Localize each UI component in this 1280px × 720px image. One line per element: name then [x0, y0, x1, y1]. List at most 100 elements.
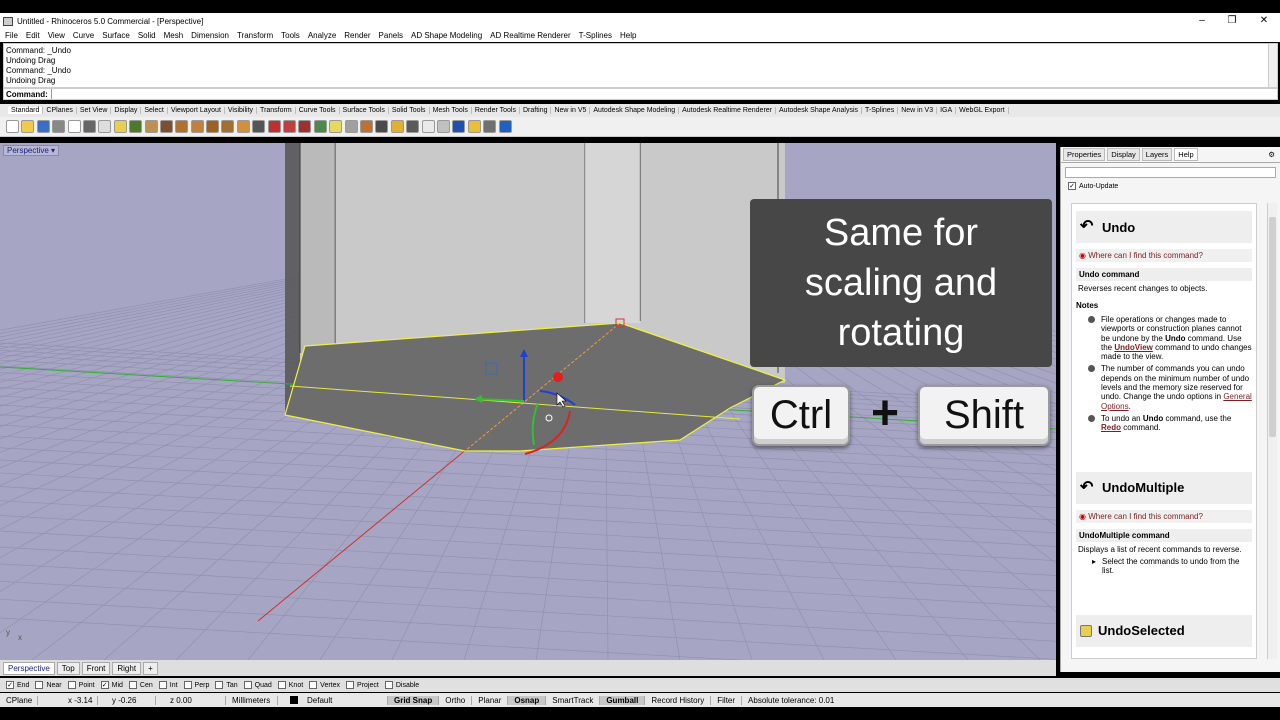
select-icon[interactable] — [359, 120, 373, 133]
viewport-title[interactable]: Perspective ▾ — [3, 145, 60, 156]
smarttrack-toggle[interactable]: SmartTrack — [546, 695, 601, 705]
osnap-toggle[interactable]: Osnap — [508, 695, 547, 705]
undoview-link[interactable]: UndoView — [1114, 343, 1153, 352]
pan-icon[interactable] — [144, 120, 158, 133]
osnap-mid[interactable]: ✓ Mid — [100, 681, 123, 689]
cut-icon[interactable] — [82, 120, 96, 133]
light-icon[interactable] — [329, 120, 343, 133]
ortho-toggle[interactable]: Ortho — [439, 695, 473, 705]
osnap-disable[interactable]: Disable — [384, 681, 419, 689]
viewport-tab-top[interactable]: Top — [56, 661, 80, 675]
color-icon[interactable] — [390, 120, 404, 133]
panel-gear-icon[interactable]: ⚙ — [1265, 149, 1278, 160]
zoom-icon[interactable] — [175, 120, 189, 133]
toolbar-tab-t-splines[interactable]: T-Splines — [862, 107, 899, 114]
properties-icon[interactable] — [375, 120, 389, 133]
minimize-icon[interactable]: – — [1188, 13, 1216, 29]
render-icon[interactable] — [406, 120, 420, 133]
lock-icon[interactable] — [344, 120, 358, 133]
menu-help[interactable]: Help — [620, 31, 636, 40]
where-link-undo[interactable]: ◉ Where can I find this command? — [1076, 249, 1252, 262]
osnap-end[interactable]: ✓ End — [6, 681, 29, 689]
menu-solid[interactable]: Solid — [138, 31, 156, 40]
move-icon[interactable] — [159, 120, 173, 133]
four-views-icon[interactable] — [252, 120, 266, 133]
toolbar-tab-autodesk-shape-modeling[interactable]: Autodesk Shape Modeling — [590, 107, 680, 114]
toolbar-tab-new-in-v3[interactable]: New in V3 — [898, 107, 938, 114]
toolbar-tab-render-tools[interactable]: Render Tools — [472, 107, 520, 114]
toolbar-tab-drafting[interactable]: Drafting — [520, 107, 552, 114]
toolbar-tab-transform[interactable]: Transform — [257, 107, 296, 114]
menu-transform[interactable]: Transform — [237, 31, 273, 40]
auto-update-checkbox[interactable]: ✓ Auto-Update — [1068, 182, 1280, 190]
menu-mesh[interactable]: Mesh — [164, 31, 184, 40]
toolbar-tab-webgl-export[interactable]: WebGL Export — [956, 107, 1009, 114]
toolbar-tab-cplanes[interactable]: CPlanes — [43, 107, 77, 114]
tab-help[interactable]: Help — [1174, 148, 1198, 161]
osnap-perp[interactable]: Perp — [183, 681, 209, 689]
osnap-point[interactable]: Point — [67, 681, 95, 689]
gumball-toggle[interactable]: Gumball — [600, 695, 646, 705]
toolbar-tab-mesh-tools[interactable]: Mesh Tools — [430, 107, 472, 114]
menu-dimension[interactable]: Dimension — [191, 31, 229, 40]
zoom-selected-icon[interactable] — [221, 120, 235, 133]
grid-snap-toggle[interactable]: Grid Snap — [388, 695, 440, 705]
osnap-tan[interactable]: Tan — [215, 681, 238, 689]
menu-view[interactable]: View — [48, 31, 65, 40]
toolbar-tab-visibility[interactable]: Visibility — [225, 107, 258, 114]
viewport-tab-right[interactable]: Right — [112, 661, 142, 675]
toolbar-tab-set-view[interactable]: Set View — [77, 107, 112, 114]
osnap-project[interactable]: Project — [346, 681, 379, 689]
tab-display[interactable]: Display — [1107, 148, 1140, 161]
osnap-int[interactable]: Int — [158, 681, 178, 689]
maximize-icon[interactable]: ❐ — [1218, 13, 1246, 29]
toolbar-tab-viewport-layout[interactable]: Viewport Layout — [168, 107, 225, 114]
tab-layers[interactable]: Layers — [1141, 148, 1173, 161]
import-icon[interactable] — [67, 120, 81, 133]
redo-link[interactable]: Redo — [1101, 423, 1121, 432]
menu-ad-realtime-renderer[interactable]: AD Realtime Renderer — [490, 31, 570, 40]
osnap-knot[interactable]: Knot — [277, 681, 303, 689]
paste-icon[interactable] — [113, 120, 127, 133]
cplane-origin-icon[interactable] — [283, 120, 297, 133]
menu-render[interactable]: Render — [344, 31, 370, 40]
named-views-icon[interactable] — [313, 120, 327, 133]
filter-toggle[interactable]: Filter — [711, 695, 743, 705]
toolbar-tab-solid-tools[interactable]: Solid Tools — [389, 107, 430, 114]
tools-icon[interactable] — [483, 120, 497, 133]
planar-toggle[interactable]: Planar — [472, 695, 509, 705]
record-history-toggle[interactable]: Record History — [645, 695, 712, 705]
viewport-tab-perspective[interactable]: Perspective — [3, 661, 55, 675]
open-icon[interactable] — [21, 120, 35, 133]
menu-curve[interactable]: Curve — [73, 31, 94, 40]
menu-file[interactable]: File — [5, 31, 18, 40]
help-search-input[interactable] — [1065, 167, 1276, 178]
copy-icon[interactable] — [98, 120, 112, 133]
zoom-window-icon[interactable] — [190, 120, 204, 133]
menu-tools[interactable]: Tools — [281, 31, 300, 40]
menu-t-splines[interactable]: T-Splines — [579, 31, 612, 40]
toolbar-tab-select[interactable]: Select — [141, 107, 168, 114]
close-icon[interactable]: ✕ — [1250, 13, 1278, 29]
menu-analyze[interactable]: Analyze — [308, 31, 336, 40]
toolbar-tab-curve-tools[interactable]: Curve Tools — [296, 107, 340, 114]
viewport-tab-front[interactable]: Front — [81, 661, 111, 675]
menu-ad-shape-modeling[interactable]: AD Shape Modeling — [411, 31, 482, 40]
help-scrollbar[interactable] — [1267, 203, 1277, 659]
shade-icon[interactable] — [421, 120, 435, 133]
add-viewport-icon[interactable]: + — [143, 661, 158, 675]
toolbar-tab-autodesk-shape-analysis[interactable]: Autodesk Shape Analysis — [776, 107, 863, 114]
render-preview-icon[interactable] — [436, 120, 450, 133]
perspective-icon[interactable] — [298, 120, 312, 133]
cplane-icon[interactable] — [267, 120, 281, 133]
toolbar-tab-iga[interactable]: IGA — [937, 107, 957, 114]
menu-panels[interactable]: Panels — [379, 31, 403, 40]
settings-icon[interactable] — [467, 120, 481, 133]
osnap-near[interactable]: Near — [35, 681, 62, 689]
help-icon[interactable] — [498, 120, 512, 133]
layer-pane[interactable]: Default — [278, 695, 388, 705]
menu-edit[interactable]: Edit — [26, 31, 40, 40]
osnap-quad[interactable]: Quad — [243, 681, 272, 689]
zoom-extents-icon[interactable] — [206, 120, 220, 133]
save-icon[interactable] — [36, 120, 50, 133]
